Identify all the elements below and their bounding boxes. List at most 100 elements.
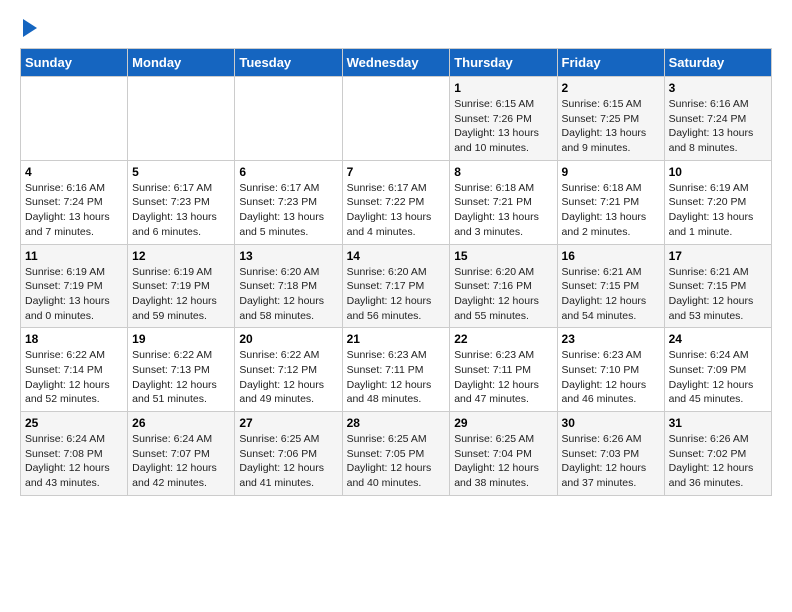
calendar-table: SundayMondayTuesdayWednesdayThursdayFrid… (20, 48, 772, 496)
day-cell: 20 Sunrise: 6:22 AMSunset: 7:12 PMDayligh… (235, 328, 342, 412)
day-info: Sunrise: 6:22 AMSunset: 7:12 PMDaylight:… (239, 348, 337, 407)
day-info: Sunrise: 6:25 AMSunset: 7:05 PMDaylight:… (347, 432, 446, 491)
day-number: 23 (562, 332, 660, 346)
header-row: SundayMondayTuesdayWednesdayThursdayFrid… (21, 49, 772, 77)
day-number: 4 (25, 165, 123, 179)
day-cell: 2 Sunrise: 6:15 AMSunset: 7:25 PMDaylight… (557, 77, 664, 161)
day-cell: 14 Sunrise: 6:20 AMSunset: 7:17 PMDayligh… (342, 244, 450, 328)
day-number: 8 (454, 165, 552, 179)
day-info: Sunrise: 6:26 AMSunset: 7:02 PMDaylight:… (669, 432, 767, 491)
day-number: 26 (132, 416, 230, 430)
day-cell: 22Sunrise: 6:23 AMSunset: 7:11 PMDayligh… (450, 328, 557, 412)
day-info: Sunrise: 6:18 AMSunset: 7:21 PMDaylight:… (454, 181, 552, 240)
day-number: 1 (454, 81, 552, 95)
day-cell: 10 Sunrise: 6:19 AMSunset: 7:20 PMDayligh… (664, 160, 771, 244)
day-cell: 11 Sunrise: 6:19 AMSunset: 7:19 PMDayligh… (21, 244, 128, 328)
day-number: 7 (347, 165, 446, 179)
col-header-monday: Monday (128, 49, 235, 77)
day-number: 15 (454, 249, 552, 263)
day-info: Sunrise: 6:19 AMSunset: 7:19 PMDaylight:… (132, 265, 230, 324)
day-cell: 9Sunrise: 6:18 AMSunset: 7:21 PMDaylight… (557, 160, 664, 244)
day-info: Sunrise: 6:19 AMSunset: 7:20 PMDaylight:… (669, 181, 767, 240)
day-cell: 24 Sunrise: 6:24 AMSunset: 7:09 PMDayligh… (664, 328, 771, 412)
day-info: Sunrise: 6:18 AMSunset: 7:21 PMDaylight:… (562, 181, 660, 240)
col-header-wednesday: Wednesday (342, 49, 450, 77)
day-info: Sunrise: 6:19 AMSunset: 7:19 PMDaylight:… (25, 265, 123, 324)
day-info: Sunrise: 6:17 AMSunset: 7:23 PMDaylight:… (132, 181, 230, 240)
day-info: Sunrise: 6:23 AMSunset: 7:11 PMDaylight:… (454, 348, 552, 407)
col-header-saturday: Saturday (664, 49, 771, 77)
day-cell (128, 77, 235, 161)
day-info: Sunrise: 6:26 AMSunset: 7:03 PMDaylight:… (562, 432, 660, 491)
day-cell: 12 Sunrise: 6:19 AMSunset: 7:19 PMDayligh… (128, 244, 235, 328)
day-cell: 4Sunrise: 6:16 AMSunset: 7:24 PMDaylight… (21, 160, 128, 244)
day-info: Sunrise: 6:22 AMSunset: 7:14 PMDaylight:… (25, 348, 123, 407)
day-cell (21, 77, 128, 161)
day-cell: 28 Sunrise: 6:25 AMSunset: 7:05 PMDayligh… (342, 412, 450, 496)
day-number: 28 (347, 416, 446, 430)
day-number: 3 (669, 81, 767, 95)
day-number: 12 (132, 249, 230, 263)
day-number: 29 (454, 416, 552, 430)
day-number: 27 (239, 416, 337, 430)
day-info: Sunrise: 6:24 AMSunset: 7:09 PMDaylight:… (669, 348, 767, 407)
day-cell: 27 Sunrise: 6:25 AMSunset: 7:06 PMDayligh… (235, 412, 342, 496)
day-cell: 6 Sunrise: 6:17 AMSunset: 7:23 PMDaylight… (235, 160, 342, 244)
day-info: Sunrise: 6:20 AMSunset: 7:17 PMDaylight:… (347, 265, 446, 324)
day-number: 11 (25, 249, 123, 263)
day-number: 31 (669, 416, 767, 430)
day-info: Sunrise: 6:21 AMSunset: 7:15 PMDaylight:… (669, 265, 767, 324)
week-row-5: 25 Sunrise: 6:24 AMSunset: 7:08 PMDayligh… (21, 412, 772, 496)
day-number: 5 (132, 165, 230, 179)
week-row-4: 18 Sunrise: 6:22 AMSunset: 7:14 PMDayligh… (21, 328, 772, 412)
day-number: 25 (25, 416, 123, 430)
day-cell: 23 Sunrise: 6:23 AMSunset: 7:10 PMDayligh… (557, 328, 664, 412)
day-info: Sunrise: 6:24 AMSunset: 7:08 PMDaylight:… (25, 432, 123, 491)
day-info: Sunrise: 6:23 AMSunset: 7:11 PMDaylight:… (347, 348, 446, 407)
week-row-1: 1 Sunrise: 6:15 AMSunset: 7:26 PMDaylight… (21, 77, 772, 161)
day-cell: 21 Sunrise: 6:23 AMSunset: 7:11 PMDayligh… (342, 328, 450, 412)
day-info: Sunrise: 6:25 AMSunset: 7:06 PMDaylight:… (239, 432, 337, 491)
day-number: 20 (239, 332, 337, 346)
day-info: Sunrise: 6:23 AMSunset: 7:10 PMDaylight:… (562, 348, 660, 407)
day-info: Sunrise: 6:20 AMSunset: 7:18 PMDaylight:… (239, 265, 337, 324)
day-cell: 18 Sunrise: 6:22 AMSunset: 7:14 PMDayligh… (21, 328, 128, 412)
day-number: 24 (669, 332, 767, 346)
day-number: 13 (239, 249, 337, 263)
day-number: 17 (669, 249, 767, 263)
day-cell: 8 Sunrise: 6:18 AMSunset: 7:21 PMDaylight… (450, 160, 557, 244)
day-cell: 26Sunrise: 6:24 AMSunset: 7:07 PMDayligh… (128, 412, 235, 496)
day-cell (235, 77, 342, 161)
day-number: 2 (562, 81, 660, 95)
day-cell: 7 Sunrise: 6:17 AMSunset: 7:22 PMDaylight… (342, 160, 450, 244)
day-cell: 1 Sunrise: 6:15 AMSunset: 7:26 PMDaylight… (450, 77, 557, 161)
day-cell: 17 Sunrise: 6:21 AMSunset: 7:15 PMDayligh… (664, 244, 771, 328)
col-header-friday: Friday (557, 49, 664, 77)
day-cell: 3 Sunrise: 6:16 AMSunset: 7:24 PMDaylight… (664, 77, 771, 161)
day-info: Sunrise: 6:15 AMSunset: 7:25 PMDaylight:… (562, 97, 660, 156)
day-info: Sunrise: 6:21 AMSunset: 7:15 PMDaylight:… (562, 265, 660, 324)
logo-arrow-icon (23, 19, 37, 37)
page-header (20, 20, 772, 38)
day-number: 10 (669, 165, 767, 179)
day-number: 14 (347, 249, 446, 263)
day-cell: 13 Sunrise: 6:20 AMSunset: 7:18 PMDayligh… (235, 244, 342, 328)
day-cell: 29Sunrise: 6:25 AMSunset: 7:04 PMDayligh… (450, 412, 557, 496)
day-info: Sunrise: 6:17 AMSunset: 7:23 PMDaylight:… (239, 181, 337, 240)
day-number: 18 (25, 332, 123, 346)
col-header-sunday: Sunday (21, 49, 128, 77)
day-cell: 25 Sunrise: 6:24 AMSunset: 7:08 PMDayligh… (21, 412, 128, 496)
day-info: Sunrise: 6:20 AMSunset: 7:16 PMDaylight:… (454, 265, 552, 324)
day-info: Sunrise: 6:22 AMSunset: 7:13 PMDaylight:… (132, 348, 230, 407)
day-cell: 15 Sunrise: 6:20 AMSunset: 7:16 PMDayligh… (450, 244, 557, 328)
week-row-2: 4Sunrise: 6:16 AMSunset: 7:24 PMDaylight… (21, 160, 772, 244)
col-header-tuesday: Tuesday (235, 49, 342, 77)
col-header-thursday: Thursday (450, 49, 557, 77)
day-info: Sunrise: 6:17 AMSunset: 7:22 PMDaylight:… (347, 181, 446, 240)
day-number: 6 (239, 165, 337, 179)
week-row-3: 11 Sunrise: 6:19 AMSunset: 7:19 PMDayligh… (21, 244, 772, 328)
day-number: 21 (347, 332, 446, 346)
day-number: 16 (562, 249, 660, 263)
day-info: Sunrise: 6:15 AMSunset: 7:26 PMDaylight:… (454, 97, 552, 156)
day-info: Sunrise: 6:16 AMSunset: 7:24 PMDaylight:… (669, 97, 767, 156)
